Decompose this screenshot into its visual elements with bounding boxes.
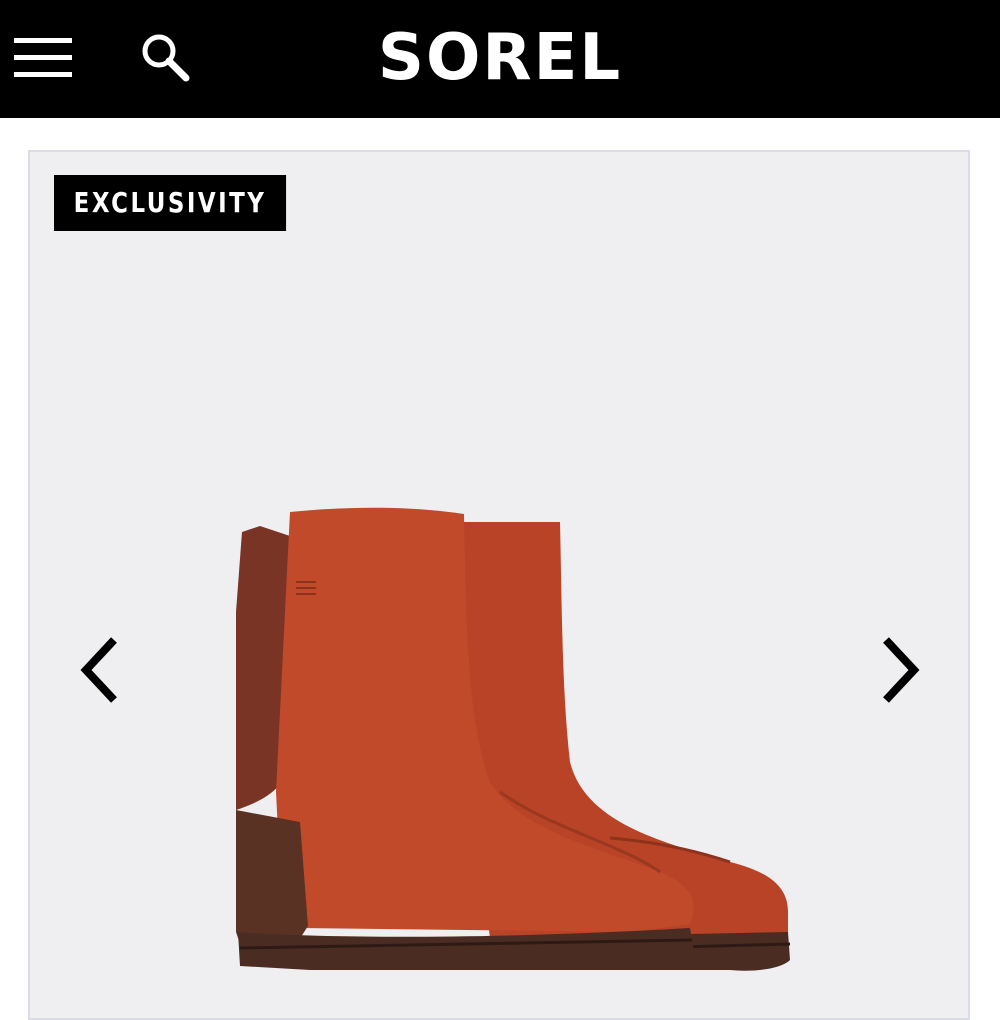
previous-image-button[interactable] [74,630,134,710]
chevron-right-icon [883,637,920,703]
product-image-boots [236,507,791,971]
brand-logo[interactable]: SOREL [0,22,1000,94]
chevron-left-icon [80,637,117,703]
exclusivity-badge: EXCLUSIVITY [54,175,286,231]
top-nav-bar: SOREL [0,0,1000,118]
next-image-button[interactable] [866,630,926,710]
left-boot [236,507,694,970]
product-image-gallery: EXCLUSIVITY [28,150,970,1020]
